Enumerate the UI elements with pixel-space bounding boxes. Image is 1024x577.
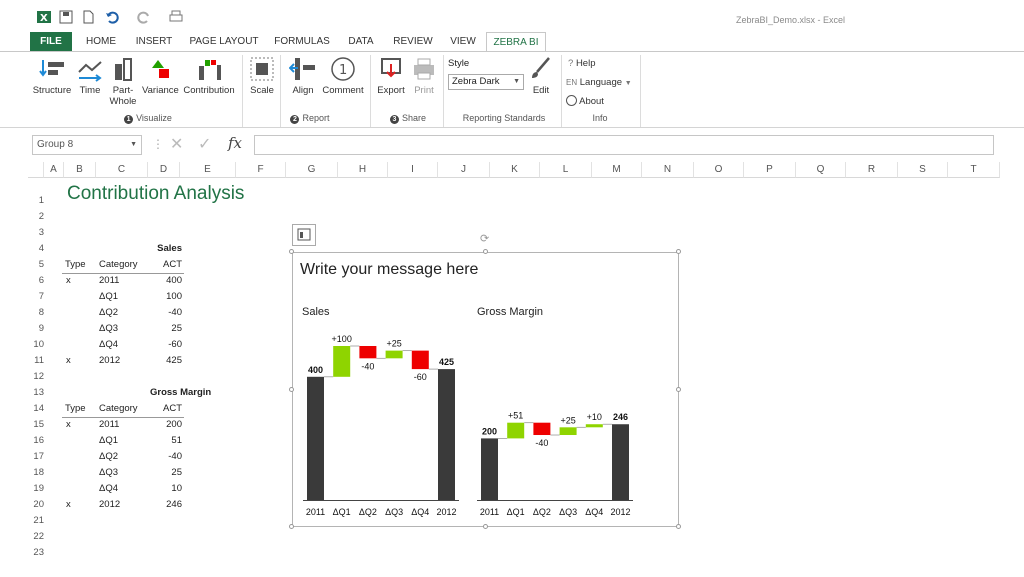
gross-margin-data-label-5: 246: [613, 412, 628, 422]
gross-margin-category-label-0: 2011: [480, 507, 499, 517]
gross-margin-category-label-4: ΔQ4: [585, 507, 603, 517]
sales-bar-4: [411, 350, 429, 370]
sales-bar-5: [438, 369, 455, 500]
sales-bar-1: [333, 346, 351, 377]
gross-margin-data-label-4: +10: [587, 412, 602, 422]
gross-margin-bar-1: [507, 422, 525, 439]
sales-data-label-5: 425: [439, 357, 454, 367]
gross-margin-category-label-2: ΔQ2: [533, 507, 551, 517]
excel-window: X ZebraBI_Demo.xlsx - Excel FILE HOME IN…: [0, 0, 1024, 577]
gross-margin-data-label-3: +25: [560, 415, 575, 425]
gross-margin-bar-2: [533, 422, 551, 436]
sales-category-label-3: ΔQ3: [385, 507, 403, 517]
gross-margin-bar-4: [585, 424, 603, 428]
gross-margin-bar-5: [612, 424, 629, 500]
sales-bar-0: [307, 376, 324, 500]
gross-margin-category-label-5: 2012: [610, 507, 630, 517]
waterfall-charts: 400 2011 +100 ΔQ1 -40 ΔQ2 +25 ΔQ3 -60 ΔQ4 425 2012 2…: [303, 334, 633, 517]
sales-category-label-0: 2011: [306, 507, 325, 517]
gross-margin-category-label-1: ΔQ1: [507, 507, 525, 517]
sales-data-label-2: -40: [361, 361, 374, 371]
sales-data-label-4: -60: [414, 372, 427, 382]
sales-bar-3: [385, 350, 403, 359]
gross-margin-bar-3: [559, 427, 577, 436]
gross-margin-data-label-0: 200: [482, 426, 497, 436]
sales-data-label-3: +25: [386, 339, 401, 349]
gross-margin-category-label-3: ΔQ3: [559, 507, 577, 517]
sales-category-label-5: 2012: [436, 507, 456, 517]
sales-category-label-4: ΔQ4: [411, 507, 429, 517]
sales-data-label-1: +100: [332, 334, 352, 344]
sales-data-label-0: 400: [308, 365, 323, 375]
gross-margin-bar-0: [481, 438, 498, 500]
sales-category-label-1: ΔQ1: [333, 507, 351, 517]
sales-category-label-2: ΔQ2: [359, 507, 377, 517]
sales-bar-2: [359, 346, 377, 359]
gross-margin-data-label-2: -40: [535, 438, 548, 448]
gross-margin-data-label-1: +51: [508, 411, 523, 421]
